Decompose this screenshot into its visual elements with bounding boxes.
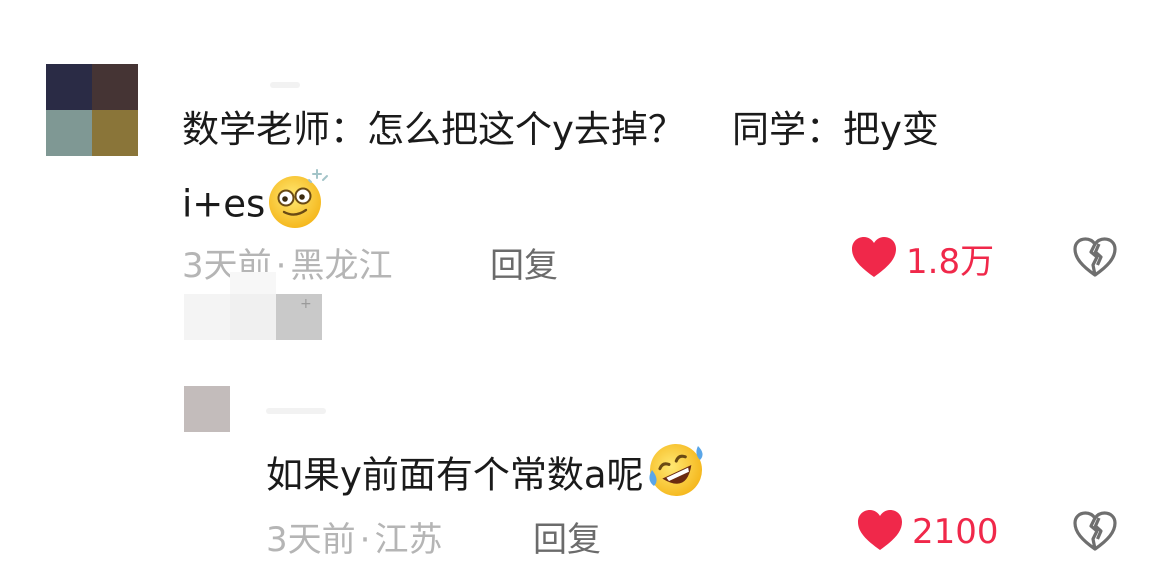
avatar-tile bbox=[46, 64, 92, 110]
comment-meta: 3天前 · 黑龙江 bbox=[182, 238, 392, 287]
reply-meta: 3天前 · 江苏 bbox=[266, 512, 442, 561]
avatar-tile bbox=[46, 110, 92, 156]
reply-text: 如果y前面有个常数a呢 bbox=[266, 440, 708, 514]
avatar-tile bbox=[92, 64, 138, 110]
avatar[interactable] bbox=[46, 64, 138, 156]
dislike-button[interactable] bbox=[1072, 236, 1118, 282]
broken-heart-icon bbox=[1072, 237, 1118, 282]
meta-separator: · bbox=[275, 246, 287, 286]
reply-text-content: 如果y前面有个常数a呢 bbox=[266, 453, 644, 497]
reply-button[interactable]: 回复 bbox=[490, 238, 558, 287]
username-blurred[interactable] bbox=[270, 82, 300, 88]
mosaic-tile bbox=[230, 294, 276, 340]
mosaic-tile bbox=[184, 294, 230, 340]
meta-separator: · bbox=[359, 520, 371, 560]
broken-heart-icon bbox=[1072, 511, 1118, 556]
comment-thread: 数学老师：怎么把这个y去掉？ 同学：把y变 i+es 3天前 · 黑龙江 回复 … bbox=[0, 0, 1170, 585]
comment-text: 数学老师：怎么把这个y去掉？ 同学：把y变 bbox=[182, 104, 939, 156]
reply-time: 3天前 bbox=[266, 520, 356, 560]
mosaic-tile bbox=[230, 272, 276, 294]
reply-reply-button[interactable]: 回复 bbox=[533, 512, 601, 561]
comment-text-line2: i+es bbox=[182, 182, 266, 226]
dizzy-face-emoji bbox=[265, 168, 331, 244]
blurred-expand-replies[interactable]: + bbox=[184, 294, 324, 340]
reply-avatar[interactable] bbox=[184, 386, 230, 432]
comment-text-continued: i+es bbox=[182, 168, 331, 244]
comment-text-line1: 数学老师：怎么把这个y去掉？ 同学：把y变 bbox=[182, 108, 939, 151]
like-count: 1.8万 bbox=[906, 242, 995, 282]
reply-dislike-button[interactable] bbox=[1072, 510, 1118, 556]
reply-username-blurred[interactable] bbox=[266, 408, 326, 414]
avatar-tile bbox=[92, 110, 138, 156]
comment-location: 黑龙江 bbox=[290, 246, 393, 286]
mosaic-tile: + bbox=[276, 294, 322, 340]
reply-location: 江苏 bbox=[374, 520, 443, 560]
reply-like-button[interactable]: 2100 bbox=[856, 508, 999, 556]
heart-icon bbox=[856, 508, 904, 556]
like-button[interactable]: 1.8万 bbox=[850, 234, 994, 283]
reply-like-count: 2100 bbox=[912, 512, 999, 552]
rolling-on-floor-laughing-emoji bbox=[644, 440, 708, 514]
heart-icon bbox=[850, 235, 898, 283]
plus-icon: + bbox=[300, 296, 312, 312]
